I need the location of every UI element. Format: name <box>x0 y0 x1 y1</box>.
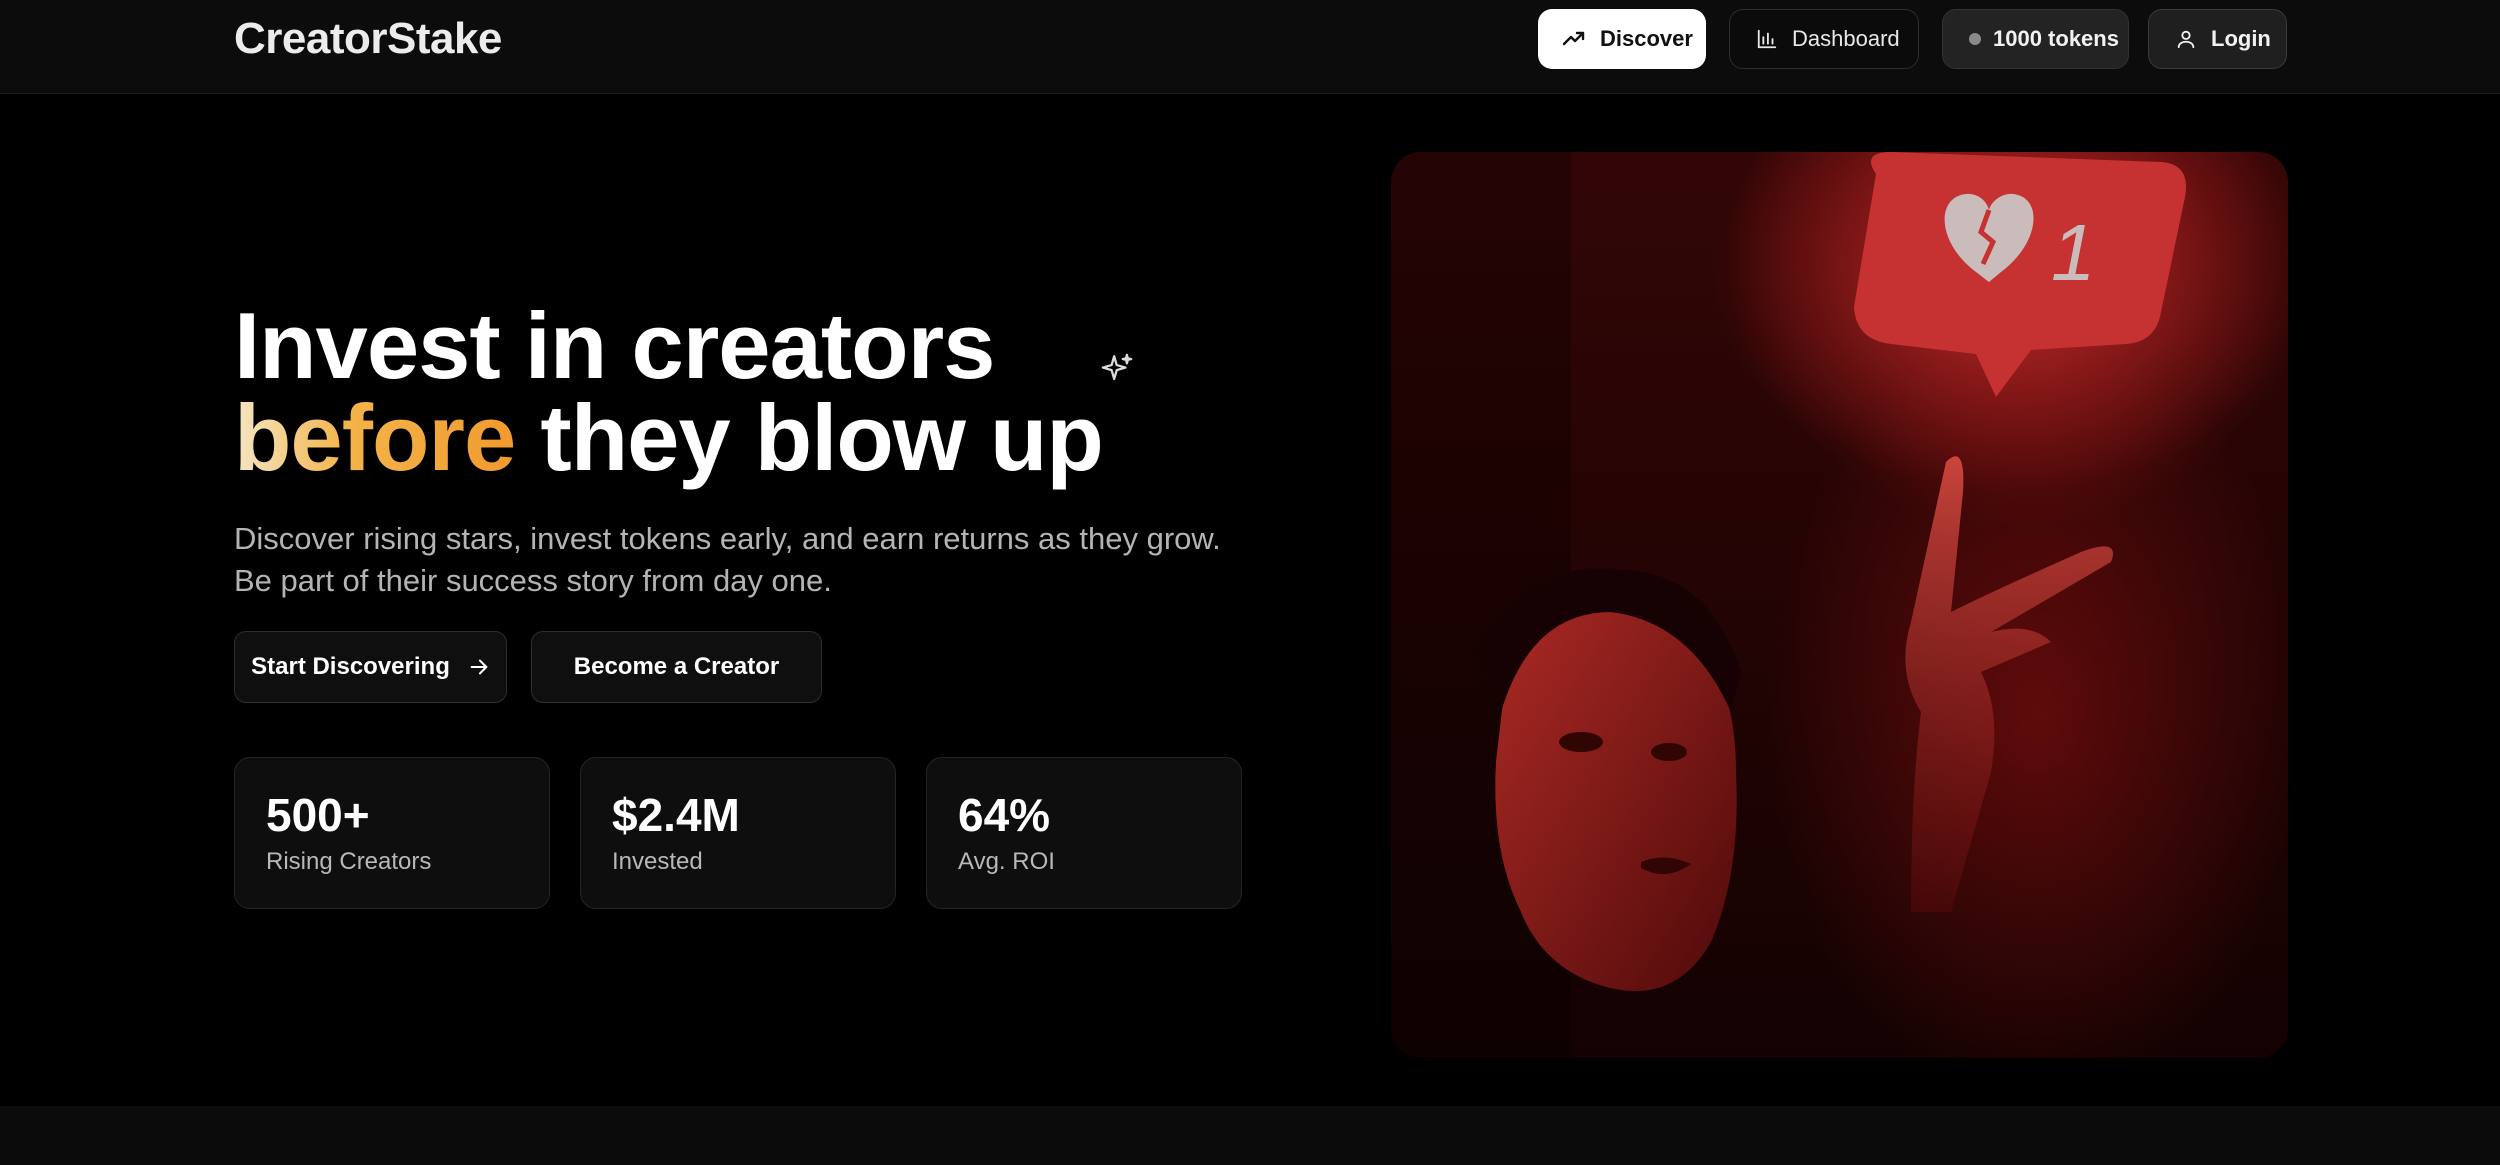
footer-band <box>0 1106 2500 1165</box>
token-balance-label: 1000 tokens <box>1993 26 2119 51</box>
user-icon <box>2175 28 2197 50</box>
trending-up-icon <box>1562 27 1586 51</box>
nav-discover-button[interactable]: Discover <box>1538 9 1706 69</box>
hero-headline: Invest in creators before they blow up <box>234 299 1104 485</box>
nav-dashboard-label: Dashboard <box>1792 26 1900 51</box>
sparkle-icon <box>1100 352 1134 391</box>
dot-icon <box>1969 33 1981 45</box>
stat-label: Invested <box>612 848 703 875</box>
brand-logo[interactable]: CreatorStake <box>234 14 502 64</box>
top-navbar: CreatorStake Discover Dashboard 1000 tok… <box>0 0 2500 94</box>
hero-image: 1 <box>1391 152 2288 1058</box>
nav-dashboard-button[interactable]: Dashboard <box>1729 9 1919 69</box>
nav-discover-label: Discover <box>1600 26 1693 51</box>
arrow-right-icon <box>468 656 490 678</box>
become-creator-label: Become a Creator <box>573 653 780 680</box>
start-discovering-label: Start Discovering <box>251 653 450 680</box>
nav-login-label: Login <box>2211 26 2271 51</box>
stat-card: 64% Avg. ROI <box>926 757 1242 909</box>
stat-label: Rising Creators <box>266 848 432 875</box>
stat-value: 500+ <box>266 789 370 841</box>
stat-card: 500+ Rising Creators <box>234 757 550 909</box>
stat-card: $2.4M Invested <box>580 757 896 909</box>
nav-login-button[interactable]: Login <box>2148 9 2287 69</box>
stat-label: Avg. ROI <box>958 848 1055 875</box>
headline-line2-rest: they blow up <box>515 385 1103 490</box>
headline-accent: before <box>234 385 516 490</box>
stat-value: $2.4M <box>612 789 740 841</box>
token-balance-badge[interactable]: 1000 tokens <box>1942 9 2129 69</box>
start-discovering-button[interactable]: Start Discovering <box>234 631 507 703</box>
become-creator-button[interactable]: Become a Creator <box>531 631 822 703</box>
headline-line1: Invest in creators <box>234 293 995 398</box>
stat-value: 64% <box>958 789 1051 841</box>
hero-subtitle: Discover rising stars, invest tokens ear… <box>234 521 1221 598</box>
bar-chart-icon <box>1756 28 1778 50</box>
